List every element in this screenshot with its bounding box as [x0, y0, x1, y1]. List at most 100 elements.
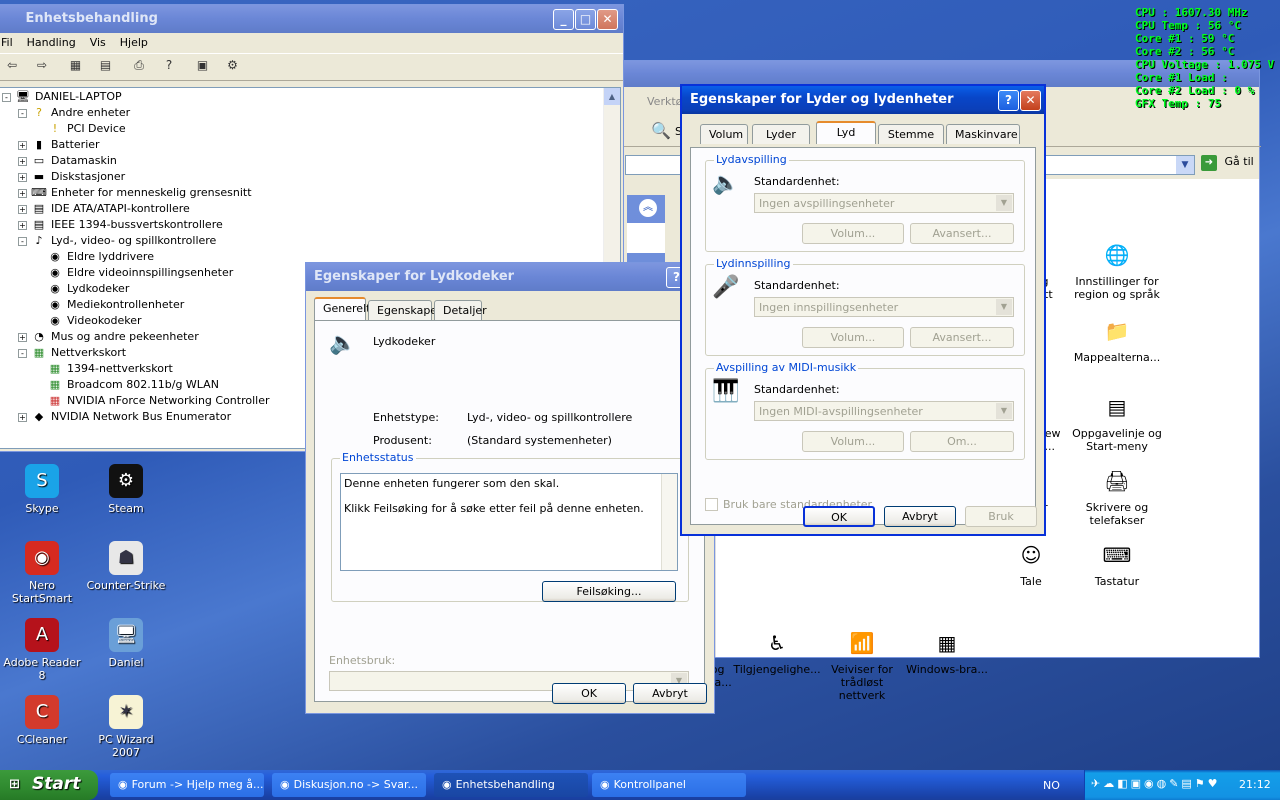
- tree-item[interactable]: - 🖥 DANIEL-LAPTOP: [2, 89, 620, 105]
- collapse-icon[interactable]: -: [18, 108, 27, 118]
- taskbar-button[interactable]: ◉ Kontrollpanel: [592, 773, 746, 797]
- status-scrollbar[interactable]: [661, 474, 677, 570]
- tab-generelt[interactable]: Generelt: [314, 297, 370, 320]
- tab-volum[interactable]: Volum: [700, 124, 748, 144]
- menu-item-hjelp[interactable]: Hjelp: [120, 36, 148, 49]
- sound-cancel-button[interactable]: Avbryt: [884, 506, 956, 527]
- expand-icon[interactable]: +: [18, 412, 27, 422]
- tree-item[interactable]: + ▬ Diskstasjoner: [2, 169, 620, 185]
- menu-item-handling[interactable]: Handling: [27, 36, 76, 49]
- desktop-icon-pc-wizard-2007[interactable]: ✶ PC Wizard 2007: [86, 695, 166, 759]
- close-button[interactable]: ✕: [1020, 90, 1041, 111]
- minimize-button[interactable]: _: [553, 9, 574, 30]
- view-icon[interactable]: ▦: [67, 58, 85, 74]
- cp-item[interactable]: ▦ Windows-bra...: [902, 627, 992, 676]
- menu-item-vis[interactable]: Vis: [90, 36, 106, 49]
- language-indicator[interactable]: NO: [1043, 779, 1060, 792]
- desktop-icon-adobe-reader-8[interactable]: A Adobe Reader 8: [2, 618, 82, 682]
- scan-icon[interactable]: ▣: [194, 58, 212, 74]
- tree-item[interactable]: + ▤ IDE ATA/ATAPI-kontrollere: [2, 201, 620, 217]
- troubleshoot-button[interactable]: Feilsøking...: [542, 581, 676, 602]
- tree-item[interactable]: ! PCI Device: [2, 121, 620, 137]
- cp-item[interactable]: ♿ Tilgjengelighe...: [732, 627, 822, 676]
- help-icon[interactable]: ?: [160, 58, 178, 74]
- expand-icon[interactable]: +: [18, 220, 27, 230]
- taskbar-button[interactable]: ◉ Diskusjon.no -> Svar...: [272, 773, 426, 797]
- expand-icon[interactable]: +: [18, 332, 27, 342]
- properties-icon[interactable]: ▤: [97, 58, 115, 74]
- tray-icons[interactable]: ✈☁◧▣◉◍✎▤⚑♥: [1091, 777, 1221, 790]
- taskbar-button[interactable]: ◉ Enhetsbehandling: [434, 773, 588, 797]
- taskbar-button[interactable]: ◉ Forum -> Hjelp meg å...: [110, 773, 264, 797]
- cp-item[interactable]: 📶 Veiviser for trådløst nettverk: [817, 627, 907, 702]
- back-icon[interactable]: ⇦: [3, 58, 21, 74]
- tree-item[interactable]: -? Andre enheter: [2, 105, 620, 121]
- tab-egenskaper[interactable]: Egenskaper: [368, 300, 442, 320]
- go-button[interactable]: ➜ Gå til: [1201, 155, 1259, 175]
- tab-maskinvare[interactable]: Maskinvare: [946, 124, 1020, 144]
- close-button[interactable]: ✕: [597, 9, 618, 30]
- expand-icon[interactable]: +: [18, 156, 27, 166]
- adobe-reader-icon: A: [25, 618, 59, 652]
- cp-item[interactable]: 🌐 Innstillinger for region og språk: [1072, 239, 1162, 301]
- scroll-up-icon[interactable]: ▲: [604, 88, 620, 105]
- codec-cancel-button[interactable]: Avbryt: [633, 683, 707, 704]
- playback-volume-button[interactable]: Volum...: [802, 223, 904, 244]
- tree-item[interactable]: + ⌨ Enheter for menneskelig grensesnitt: [2, 185, 620, 201]
- cp-item[interactable]: ▤ Oppgavelinje og Start-meny: [1072, 391, 1162, 453]
- playback-advanced-button[interactable]: Avansert...: [910, 223, 1014, 244]
- sound-ok-button[interactable]: OK: [803, 506, 875, 527]
- tab-lyd[interactable]: Lyd: [816, 121, 876, 144]
- desktop-icon-counter-strike[interactable]: ☗ Counter-Strike: [86, 541, 166, 592]
- tree-item[interactable]: + ▮ Batterier: [2, 137, 620, 153]
- tab-stemme[interactable]: Stemme: [878, 124, 944, 144]
- cp-item[interactable]: ⌨ Tastatur: [1072, 539, 1162, 588]
- desktop-icon-daniel[interactable]: 🖥 Daniel: [86, 618, 166, 669]
- print-icon[interactable]: ⎙: [130, 58, 148, 74]
- menu-item-fil[interactable]: Fil: [1, 36, 13, 49]
- tree-item[interactable]: + ▭ Datamaskin: [2, 153, 620, 169]
- tree-item[interactable]: + ▤ IEEE 1394-bussvertskontrollere: [2, 217, 620, 233]
- cp-item[interactable]: ☺ Tale: [986, 539, 1076, 588]
- midi-volume-button[interactable]: Volum...: [802, 431, 904, 452]
- tab-lyder[interactable]: Lyder: [752, 124, 810, 144]
- forward-icon[interactable]: ⇨: [33, 58, 51, 74]
- question-icon: ?: [36, 106, 42, 119]
- cp-item[interactable]: 📁 Mappealterna...: [1072, 315, 1162, 364]
- desktop-icon-skype[interactable]: S Skype: [2, 464, 82, 515]
- desktop-icon-ccleaner[interactable]: C CCleaner: [2, 695, 82, 746]
- desktop-icon-steam[interactable]: ⚙ Steam: [86, 464, 166, 515]
- help-button[interactable]: ?: [998, 90, 1019, 111]
- default-device-label: Standardenhet:: [754, 279, 840, 292]
- recording-volume-button[interactable]: Volum...: [802, 327, 904, 348]
- expand-icon[interactable]: +: [18, 188, 27, 198]
- collapse-icon[interactable]: -: [18, 348, 27, 358]
- tree-item-label: Enheter for menneskelig grensesnitt: [51, 186, 252, 199]
- overlay-line: Core #2 Load : 0 %: [1135, 84, 1255, 97]
- desktop-icon-nero-startsmart[interactable]: ◉ Nero StartSmart: [2, 541, 82, 605]
- collapse-icon[interactable]: ︽: [639, 199, 657, 217]
- expand-icon[interactable]: +: [18, 204, 27, 214]
- expand-icon[interactable]: +: [18, 172, 27, 182]
- cp-item[interactable]: 🖨 Skrivere og telefakser: [1072, 465, 1162, 527]
- pc-wizard-icon: ✶: [109, 695, 143, 729]
- recording-advanced-button[interactable]: Avansert...: [910, 327, 1014, 348]
- tab-detaljer[interactable]: Detaljer: [434, 300, 487, 320]
- collapse-icon[interactable]: -: [18, 236, 27, 246]
- chevron-down-icon[interactable]: ▼: [1176, 156, 1194, 174]
- collapse-icon[interactable]: -: [2, 92, 11, 102]
- window-title: Enhetsbehandling: [25, 11, 158, 26]
- sound-icon: ◉: [50, 250, 60, 263]
- expand-icon[interactable]: +: [18, 140, 27, 150]
- maximize-button[interactable]: □: [575, 9, 596, 30]
- search-icon[interactable]: 🔍: [651, 121, 671, 140]
- sound-apply-button[interactable]: Bruk: [965, 506, 1037, 527]
- start-button[interactable]: ⊞ Start: [0, 770, 98, 800]
- default-only-checkbox[interactable]: [705, 498, 718, 511]
- tree-item[interactable]: - ♪ Lyd-, video- og spillkontrollere: [2, 233, 620, 249]
- midi-advanced-button[interactable]: Om...: [910, 431, 1014, 452]
- codec-ok-button[interactable]: OK: [552, 683, 626, 704]
- desktop-icon-label: Nero StartSmart: [11, 579, 73, 605]
- hardware-icon[interactable]: ⚙: [224, 58, 242, 74]
- clock[interactable]: 21:12: [1239, 778, 1271, 791]
